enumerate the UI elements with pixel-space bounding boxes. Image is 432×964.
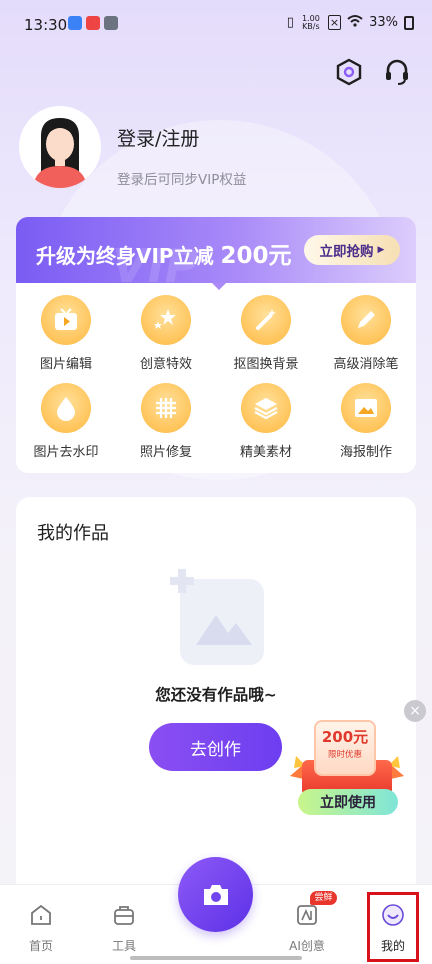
- tool-label: 精美素材: [239, 445, 292, 460]
- magic-wand-icon: [241, 295, 291, 345]
- sim-icon: ×: [327, 15, 342, 30]
- coupon-card: 200元 限时优惠: [314, 720, 376, 776]
- coupon-subtitle: 限时优惠: [327, 750, 362, 760]
- promo-badge[interactable]: 200元 限时优惠 立即使用: [288, 716, 406, 820]
- stars-icon: [141, 295, 191, 345]
- camera-button[interactable]: [178, 857, 253, 932]
- my-works-card: 我的作品 您还没有作品哦~ 去创作: [16, 497, 416, 897]
- tool-label: 图片去水印: [33, 445, 99, 460]
- status-bar: 13:30 ▯ 1.00 KB/s × 33%: [0, 0, 432, 52]
- tool-materials[interactable]: 精美素材: [216, 383, 316, 460]
- grid-icon: [141, 383, 191, 433]
- vip-tools-card: VIP 升级为终身VIP立减 200元 立即抢购 ▶ 图片编辑 创意特效 抠图换…: [16, 217, 416, 473]
- tool-photo-restore[interactable]: 照片修复: [116, 383, 216, 460]
- home-icon: [31, 904, 51, 925]
- tool-cutout-background[interactable]: 抠图换背景: [216, 295, 316, 372]
- camera-icon: [203, 884, 228, 905]
- notification-app-icon: [68, 16, 82, 30]
- vibrate-icon: ▯: [286, 15, 294, 30]
- wifi-icon: [347, 14, 363, 31]
- use-now-button[interactable]: 立即使用: [298, 789, 398, 815]
- network-speed: 1.00 KB/s: [300, 14, 322, 31]
- notification-app-icon: [104, 16, 118, 30]
- active-tab-highlight: [367, 892, 419, 962]
- empty-image-icon: [170, 569, 264, 665]
- tool-image-edit[interactable]: 图片编辑: [16, 295, 116, 372]
- login-register-link[interactable]: 登录/注册: [117, 124, 199, 151]
- settings-hexagon-icon[interactable]: [336, 58, 362, 86]
- image-frame-icon: [341, 383, 391, 433]
- status-app-icons: [68, 16, 118, 30]
- buy-now-label: 立即抢购: [319, 244, 374, 260]
- tool-creative-effects[interactable]: 创意特效: [116, 295, 216, 372]
- avatar[interactable]: [19, 106, 101, 188]
- tool-poster[interactable]: 海报制作: [316, 383, 416, 460]
- go-create-button[interactable]: 去创作: [149, 723, 282, 771]
- banner-pointer: [212, 283, 226, 290]
- nav-tools-label: 工具: [111, 939, 136, 953]
- status-indicators: ▯ 1.00 KB/s × 33%: [287, 14, 414, 31]
- tool-label: 图片编辑: [39, 357, 92, 372]
- nav-ai-label: AI创意: [289, 939, 325, 953]
- vip-promo-label: 升级为终身VIP立减: [36, 244, 221, 268]
- nav-tools[interactable]: 工具: [94, 903, 154, 954]
- new-badge: 尝鲜: [310, 891, 337, 905]
- home-indicator: [130, 956, 302, 960]
- battery-percent: 33%: [369, 15, 398, 30]
- tool-remove-watermark[interactable]: 图片去水印: [16, 383, 116, 460]
- tool-label: 抠图换背景: [233, 357, 299, 372]
- status-time: 13:30: [24, 16, 68, 34]
- vip-promo-amount: 200元: [220, 243, 292, 269]
- tool-label: 照片修复: [139, 445, 192, 460]
- water-drop-icon: [41, 383, 91, 433]
- network-speed-unit: KB/s: [302, 21, 320, 31]
- login-subtitle: 登录后可同步VIP权益: [117, 172, 247, 188]
- tool-label: 高级消除笔: [333, 357, 399, 372]
- layers-icon: [241, 383, 291, 433]
- arrow-right-icon: ▶: [377, 245, 385, 255]
- customer-service-icon[interactable]: [384, 58, 410, 86]
- toolbox-icon: [114, 906, 134, 925]
- my-works-title: 我的作品: [37, 523, 109, 544]
- vip-banner[interactable]: VIP 升级为终身VIP立减 200元 立即抢购 ▶: [16, 217, 416, 293]
- header-actions: [336, 58, 410, 86]
- ai-creative-icon: [297, 905, 317, 925]
- default-avatar-illustration: [33, 118, 87, 188]
- nav-home-label: 首页: [28, 939, 53, 953]
- nav-home[interactable]: 首页: [11, 903, 71, 954]
- tool-eraser-pen[interactable]: 高级消除笔: [316, 295, 416, 372]
- empty-works-text: 您还没有作品哦~: [155, 686, 277, 704]
- vip-promo-text: 升级为终身VIP立减 200元: [36, 236, 292, 270]
- coupon-amount: 200元: [321, 728, 369, 746]
- tool-label: 创意特效: [139, 357, 192, 372]
- tv-play-icon: [41, 295, 91, 345]
- buy-now-button[interactable]: 立即抢购 ▶: [304, 235, 400, 265]
- battery-icon: [404, 15, 414, 30]
- close-promo-button[interactable]: ×: [404, 700, 426, 722]
- notification-app-icon: [86, 16, 100, 30]
- nav-ai-creative[interactable]: AI创意: [277, 903, 337, 954]
- tool-label: 海报制作: [339, 445, 392, 460]
- pencil-icon: [341, 295, 391, 345]
